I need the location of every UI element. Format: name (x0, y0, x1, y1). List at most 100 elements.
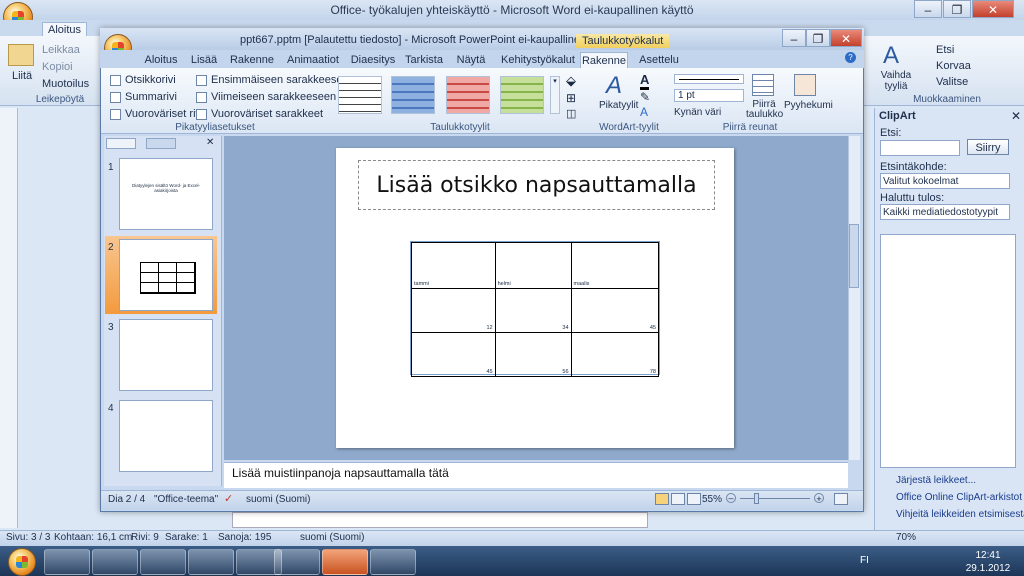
paste-button[interactable]: Liitä (12, 70, 32, 82)
taskbar-ie-icon[interactable] (140, 549, 186, 575)
taskbar-excel-icon[interactable] (370, 549, 416, 575)
slide-thumbnail-3[interactable] (119, 319, 213, 391)
table-cell[interactable]: 45 (570, 288, 660, 333)
zoom-in-button[interactable]: + (814, 493, 824, 504)
shading-icon[interactable]: ⬙ (566, 73, 576, 89)
word-status-language[interactable]: suomi (Suomi) (300, 532, 364, 543)
ppt-status-language[interactable]: suomi (Suomi) (246, 494, 310, 505)
option-last-column[interactable]: Viimeiseen sarakkeeseen (196, 91, 336, 103)
ppt-tab-asettelu[interactable]: Asettelu (634, 52, 684, 68)
ppt-minimize-button[interactable]: – (782, 29, 806, 47)
minimize-button[interactable]: – (914, 0, 942, 18)
table-style-red[interactable] (446, 76, 490, 114)
table-style-blue[interactable] (391, 76, 435, 114)
pen-weight-dropdown[interactable]: 1 pt (674, 89, 744, 102)
clipart-link-online[interactable]: Office Online ClipArt-arkistot (896, 492, 1022, 503)
clipart-result-select[interactable]: Kaikki mediatiedostotyypit (880, 204, 1010, 220)
table-cell[interactable]: helmi (494, 242, 572, 289)
zoom-slider-thumb[interactable] (754, 493, 759, 504)
clipart-target-select[interactable]: Valitut kokoelmat (880, 173, 1010, 189)
ppt-maximize-button[interactable]: ❐ (806, 29, 830, 47)
ppt-zoom-level[interactable]: 55% (702, 494, 722, 505)
fit-slide-button[interactable] (834, 493, 848, 505)
normal-view-button[interactable] (655, 493, 669, 505)
table-cell[interactable]: 34 (494, 288, 572, 333)
option-total-row[interactable]: Summarivi (110, 91, 177, 103)
slide-sorter-view-button[interactable] (671, 493, 685, 505)
slide-scroll-thumb[interactable] (849, 224, 859, 288)
close-button[interactable]: ✕ (972, 0, 1014, 18)
ppt-tab-rakenne[interactable]: Rakenne (226, 52, 278, 68)
notes-placeholder[interactable]: Lisää muistiinpanoja napsauttamalla tätä (232, 466, 449, 480)
find-button[interactable]: Etsi (936, 44, 954, 56)
table-cell[interactable]: 56 (494, 332, 572, 377)
slide-thumbnail-4[interactable] (119, 400, 213, 472)
taskbar-explorer-icon[interactable] (188, 549, 234, 575)
slide-thumbnail-2[interactable] (119, 239, 213, 311)
ppt-status-theme[interactable]: "Office-teema" (154, 494, 218, 505)
slides-pane-close-icon[interactable]: ✕ (206, 137, 214, 148)
taskbar-language[interactable]: FI (860, 555, 869, 566)
eraser-button[interactable]: Pyyhekumi (784, 100, 833, 111)
table-style-green[interactable] (500, 76, 544, 114)
last-column-checkbox[interactable] (196, 91, 207, 103)
start-button[interactable] (8, 548, 36, 576)
option-first-column[interactable]: Ensimmäiseen sarakkeeseen (196, 74, 355, 86)
taskbar-powerpoint-icon[interactable] (322, 549, 368, 575)
taskbar-time[interactable]: 12:41 (968, 550, 1008, 561)
table-frame[interactable]: tammi helmi maalis 12 34 45 45 56 78 (410, 241, 660, 377)
zoom-out-button[interactable]: – (726, 493, 736, 503)
option-banded-columns[interactable]: Vuoroväriset sarakkeet (196, 108, 323, 120)
change-styles-button[interactable]: Vaihda tyyliä (879, 70, 913, 92)
format-painter-button[interactable]: Muotoilus (42, 78, 89, 90)
spellcheck-icon[interactable]: ✓ (224, 492, 233, 505)
borders-icon[interactable]: ⊞ (566, 91, 576, 105)
wordart-quick-styles-button[interactable]: Pikatyylit (599, 100, 638, 111)
slideshow-view-button[interactable] (687, 493, 701, 505)
clipart-go-button[interactable]: Siirry (967, 139, 1009, 155)
taskbar-media-player-icon[interactable] (44, 549, 90, 575)
ppt-tab-table-rakenne[interactable]: Rakenne (580, 52, 628, 68)
clipart-link-organize[interactable]: Järjestä leikkeet... (896, 475, 976, 486)
taskbar-word-icon[interactable] (92, 549, 138, 575)
total-row-checkbox[interactable] (110, 91, 121, 103)
slide-table[interactable]: tammi helmi maalis 12 34 45 45 56 78 (411, 242, 660, 377)
table-cell[interactable]: 45 (411, 332, 496, 377)
pen-style-dropdown[interactable] (674, 74, 744, 84)
slide-title-placeholder[interactable]: Lisää otsikko napsauttamalla (358, 160, 715, 210)
taskbar-chrome-icon[interactable] (274, 549, 320, 575)
taskbar-date[interactable]: 29.1.2012 (962, 563, 1014, 574)
table-styles-more-button[interactable]: ▾ (550, 76, 560, 114)
banded-columns-checkbox[interactable] (196, 108, 207, 120)
maximize-button[interactable]: ❐ (943, 0, 971, 18)
clipart-close-icon[interactable]: ✕ (1011, 109, 1021, 123)
ppt-tab-kehitystyokalut[interactable]: Kehitystyökalut (496, 52, 580, 68)
table-style-plain[interactable] (338, 76, 382, 114)
table-cell[interactable]: 12 (411, 288, 496, 333)
copy-button[interactable]: Kopioi (42, 61, 73, 73)
header-row-checkbox[interactable] (110, 74, 121, 86)
table-cell[interactable]: maalis (570, 242, 660, 289)
clipart-search-input[interactable] (880, 140, 960, 156)
draw-table-button[interactable]: Piirrä taulukko (746, 100, 783, 120)
ppt-tab-animaatiot[interactable]: Animaatiot (282, 52, 344, 68)
ppt-tab-aloitus[interactable]: Aloitus (138, 52, 184, 68)
option-banded-rows[interactable]: Vuoroväriset rivit (110, 108, 207, 120)
clipart-link-tips[interactable]: Vihjeitä leikkeiden etsimisestä (896, 509, 1024, 520)
table-cell[interactable]: 78 (570, 332, 660, 377)
ppt-close-button[interactable]: ✕ (830, 29, 862, 47)
help-icon[interactable]: ? (845, 52, 856, 63)
slides-tab[interactable] (106, 138, 136, 149)
select-button[interactable]: Valitse (936, 76, 968, 88)
ppt-tab-nayta[interactable]: Näytä (452, 52, 490, 68)
ppt-tab-diaesitys[interactable]: Diaesitys (348, 52, 398, 68)
slide-thumbnail-1[interactable]: Diatyylejen sisältö Word- ja Excel-asiak… (119, 158, 213, 230)
text-effects-icon[interactable]: A (640, 105, 648, 119)
word-status-words[interactable]: Sanoja: 195 (218, 532, 271, 543)
first-column-checkbox[interactable] (196, 74, 207, 86)
word-zoom-level[interactable]: 70% (896, 532, 916, 543)
pen-color-button[interactable]: Kynän väri (674, 107, 721, 118)
option-header-row[interactable]: Otsikkorivi (110, 74, 176, 86)
replace-button[interactable]: Korvaa (936, 60, 971, 72)
text-fill-icon[interactable]: A (640, 72, 650, 90)
